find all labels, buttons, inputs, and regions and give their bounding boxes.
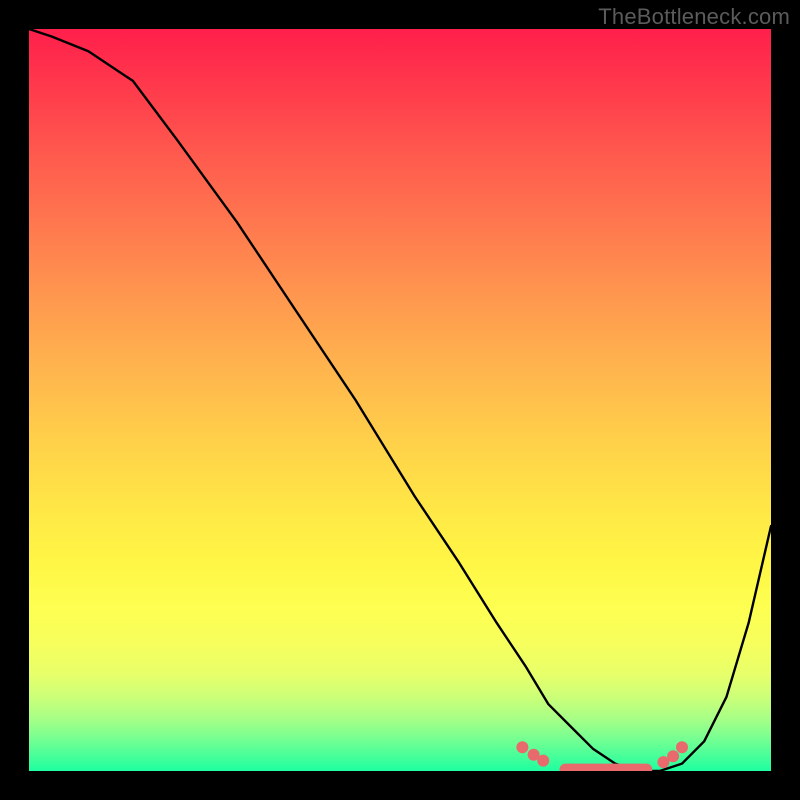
- plot-area: [29, 29, 771, 771]
- valley-marker-dot: [676, 741, 688, 753]
- curve-path: [29, 29, 771, 771]
- valley-marker-dot: [537, 755, 549, 767]
- valley-marker-dot: [516, 741, 528, 753]
- valley-marker-dot: [667, 750, 679, 762]
- valley-marker-pill: [560, 764, 653, 771]
- chart-frame: TheBottleneck.com: [0, 0, 800, 800]
- curve-layer: [29, 29, 771, 771]
- watermark-text: TheBottleneck.com: [598, 4, 790, 30]
